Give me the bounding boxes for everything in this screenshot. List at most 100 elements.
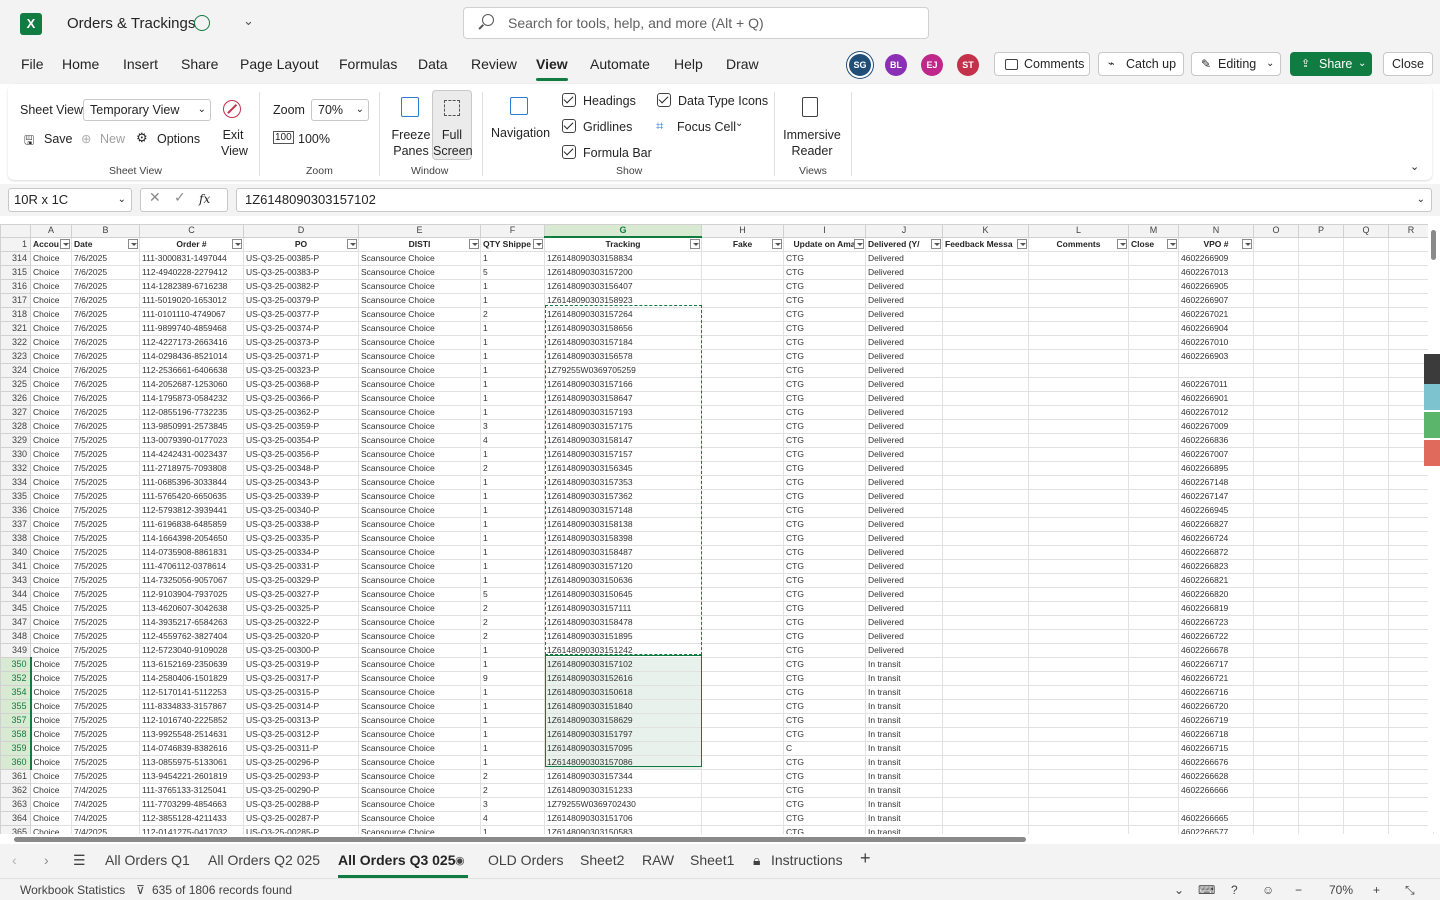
excel-logo-icon[interactable]: X: [20, 13, 42, 35]
grid-cell[interactable]: 1Z6148090303157193: [544, 405, 702, 420]
grid-cell[interactable]: [1028, 517, 1129, 532]
grid-cell[interactable]: Delivered: [865, 391, 943, 406]
grid-cell[interactable]: [1298, 713, 1344, 728]
grid-cell[interactable]: 4602266717: [1178, 657, 1254, 672]
grid-cell[interactable]: 1: [480, 447, 545, 462]
grid-cell[interactable]: 4602266716: [1178, 685, 1254, 700]
row-header[interactable]: 327: [0, 405, 31, 420]
grid-cell[interactable]: 7/5/2025: [71, 587, 140, 602]
grid-cell[interactable]: [942, 811, 1029, 826]
catch-up-button[interactable]: ⌁ Catch up: [1098, 52, 1184, 76]
menu-page-layout[interactable]: Page Layout: [240, 56, 319, 72]
grid-cell[interactable]: CTG: [783, 419, 866, 434]
share-button[interactable]: ⇪ Share ⌄: [1290, 52, 1372, 76]
full-screen-icon[interactable]: ⤡: [1405, 883, 1415, 898]
grid-cell[interactable]: [1343, 489, 1389, 504]
grid-cell[interactable]: US-Q3-25-00368-P: [243, 377, 359, 392]
grid-cell[interactable]: [701, 797, 784, 812]
grid-cell[interactable]: [1343, 629, 1389, 644]
grid-cell[interactable]: 114-1282389-6716238: [139, 279, 244, 294]
filter-dropdown-icon[interactable]: [772, 238, 782, 249]
grid-cell[interactable]: [1343, 265, 1389, 280]
zoom-in-icon[interactable]: +: [1373, 883, 1380, 897]
grid-cell[interactable]: In transit: [865, 811, 943, 826]
grid-cell[interactable]: Scansource Choice: [358, 475, 481, 490]
grid-cell[interactable]: [942, 307, 1029, 322]
grid-cell[interactable]: 4602266724: [1178, 531, 1254, 546]
menu-insert[interactable]: Insert: [123, 56, 158, 72]
row-header[interactable]: 354: [0, 685, 32, 700]
grid-cell[interactable]: [701, 279, 784, 294]
grid-cell[interactable]: 1Z6148090303150618: [544, 685, 702, 700]
grid-cell[interactable]: 1Z6148090303157086: [544, 755, 702, 770]
grid-cell[interactable]: [1388, 755, 1434, 770]
grid-cell[interactable]: [701, 643, 784, 658]
grid-cell[interactable]: [942, 573, 1029, 588]
grid-cell[interactable]: [1028, 279, 1129, 294]
grid-cell[interactable]: [942, 685, 1029, 700]
data-type-icons-checkbox[interactable]: [657, 93, 671, 107]
grid-cell[interactable]: Scansource Choice: [358, 587, 481, 602]
sheet-tab[interactable]: Sheet2: [580, 852, 624, 868]
grid-cell[interactable]: [1028, 419, 1129, 434]
grid-cell[interactable]: [1253, 461, 1299, 476]
menu-share[interactable]: Share: [181, 56, 218, 72]
grid-cell[interactable]: [1128, 531, 1179, 546]
grid-cell[interactable]: 1Z6148090303157111: [544, 601, 702, 616]
grid-cell[interactable]: 4602267011: [1178, 377, 1254, 392]
grid-cell[interactable]: Delivered: [865, 349, 943, 364]
grid-cell[interactable]: US-Q3-25-00327-P: [243, 587, 359, 602]
row-header[interactable]: 347: [0, 615, 31, 630]
grid-cell[interactable]: [1253, 643, 1299, 658]
menu-draw[interactable]: Draw: [726, 56, 759, 72]
grid-cell[interactable]: 7/5/2025: [71, 713, 140, 728]
grid-cell[interactable]: [1028, 825, 1129, 834]
grid-cell[interactable]: [1253, 279, 1299, 294]
grid-cell[interactable]: [1388, 825, 1434, 834]
row-header[interactable]: 348: [0, 629, 31, 644]
grid-cell[interactable]: [1388, 321, 1434, 336]
row-header[interactable]: 329: [0, 433, 31, 448]
grid-cell[interactable]: 4602266715: [1178, 741, 1254, 756]
grid-cell[interactable]: [701, 461, 784, 476]
grid-cell[interactable]: 1: [480, 531, 545, 546]
grid-cell[interactable]: [1253, 671, 1299, 686]
grid-cell[interactable]: [701, 741, 784, 756]
grid-cell[interactable]: [1128, 265, 1179, 280]
grid-cell[interactable]: 1: [480, 251, 545, 266]
grid-cell[interactable]: CTG: [783, 489, 866, 504]
row-header[interactable]: 337: [0, 517, 31, 532]
grid-cell[interactable]: [1298, 685, 1344, 700]
menu-file[interactable]: File: [21, 56, 44, 72]
grid-cell[interactable]: CTG: [783, 531, 866, 546]
grid-cell[interactable]: Choice: [30, 419, 72, 434]
grid-cell[interactable]: [1128, 713, 1179, 728]
filter-dropdown-icon[interactable]: [347, 238, 357, 249]
grid-cell[interactable]: [1128, 657, 1179, 672]
grid-cell[interactable]: [1298, 769, 1344, 784]
grid-cell[interactable]: 7/6/2025: [71, 419, 140, 434]
grid-cell[interactable]: 7/5/2025: [71, 447, 140, 462]
grid-cell[interactable]: [1028, 251, 1129, 266]
grid-cell[interactable]: [701, 545, 784, 560]
grid-cell[interactable]: [701, 727, 784, 742]
grid-cell[interactable]: [1343, 769, 1389, 784]
grid-cell[interactable]: [1388, 797, 1434, 812]
grid-cell[interactable]: Scansource Choice: [358, 307, 481, 322]
grid-cell[interactable]: Delivered: [865, 643, 943, 658]
grid-cell[interactable]: CTG: [783, 797, 866, 812]
row-header[interactable]: 335: [0, 489, 31, 504]
grid-cell[interactable]: [1343, 475, 1389, 490]
grid-cell[interactable]: 4: [480, 811, 545, 826]
grid-cell[interactable]: 111-5019020-1653012: [139, 293, 244, 308]
grid-cell[interactable]: [1028, 783, 1129, 798]
grid-cell[interactable]: 1Z6148090303157102: [544, 657, 702, 672]
column-title[interactable]: Accou: [30, 236, 72, 252]
grid-cell[interactable]: Choice: [30, 517, 72, 532]
spreadsheet-grid[interactable]: A B C D E F G H I J K L M N O P Q R 1 Accou Date Order # PO DIS…: [0, 224, 1440, 834]
grid-cell[interactable]: [1343, 517, 1389, 532]
grid-cell[interactable]: CTG: [783, 713, 866, 728]
grid-cell[interactable]: Scansource Choice: [358, 335, 481, 350]
grid-cell[interactable]: Choice: [30, 783, 72, 798]
grid-cell[interactable]: [942, 475, 1029, 490]
